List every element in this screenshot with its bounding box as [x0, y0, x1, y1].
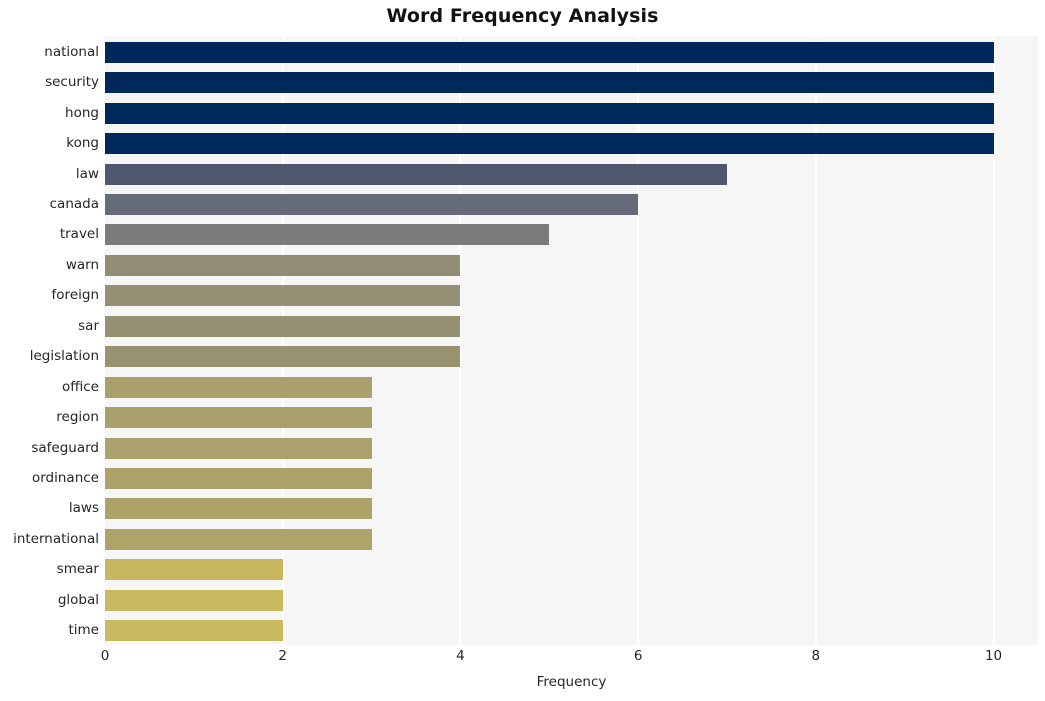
x-tick-label: 2 — [278, 648, 287, 664]
y-tick-label: law — [75, 165, 99, 182]
y-axis-tick-labels: national security hong kong law canada travel w… — [0, 36, 99, 645]
y-tick-label: safeguard — [31, 439, 99, 456]
gridline — [459, 36, 462, 645]
x-tick-label: 8 — [811, 648, 821, 664]
chart-title: Word Frequency Analysis — [386, 5, 659, 27]
y-tick-label: foreign — [51, 287, 99, 304]
x-tick-label: 10 — [984, 648, 1003, 664]
y-tick-label: time — [68, 622, 99, 639]
y-tick-label: warn — [65, 256, 99, 273]
y-tick-label: travel — [59, 226, 99, 243]
y-tick-label: smear — [56, 561, 99, 578]
bar[interactable] — [105, 407, 372, 429]
bar[interactable] — [105, 589, 283, 611]
bar[interactable] — [105, 437, 372, 459]
bar[interactable] — [105, 163, 727, 185]
y-tick-label: hong — [65, 104, 99, 121]
bar[interactable] — [105, 72, 994, 94]
y-tick-label: global — [57, 591, 99, 608]
y-tick-label: laws — [68, 500, 99, 517]
bar[interactable] — [105, 41, 994, 63]
x-tick-label: 6 — [633, 648, 643, 664]
y-tick-label: canada — [49, 195, 99, 212]
x-axis-label: Frequency — [536, 674, 607, 690]
y-tick-label: legislation — [29, 348, 99, 365]
chart-figure: Word Frequency Analysis national security… — [0, 0, 1045, 701]
gridline — [992, 36, 995, 645]
bar[interactable] — [105, 346, 461, 368]
y-tick-label: region — [56, 409, 99, 426]
y-tick-label: office — [61, 378, 99, 395]
bar[interactable] — [105, 376, 372, 398]
x-axis-tick-labels: 0 2 4 6 8 10 — [0, 648, 1045, 670]
gridline — [637, 36, 640, 645]
plot-area — [105, 36, 1038, 645]
y-tick-label: kong — [66, 135, 99, 152]
bar[interactable] — [105, 468, 372, 490]
bar[interactable] — [105, 528, 372, 550]
bar[interactable] — [105, 620, 283, 642]
x-tick-label: 0 — [100, 648, 110, 664]
bar[interactable] — [105, 133, 994, 155]
bar[interactable] — [105, 498, 372, 520]
y-tick-label: sar — [78, 317, 99, 334]
y-tick-label: security — [45, 74, 99, 91]
x-tick-label: 4 — [456, 648, 465, 664]
bar[interactable] — [105, 285, 461, 307]
bar[interactable] — [105, 559, 283, 581]
bar[interactable] — [105, 193, 639, 215]
bar[interactable] — [105, 315, 461, 337]
y-tick-label: international — [13, 530, 99, 547]
bar[interactable] — [105, 254, 461, 276]
y-tick-label: national — [44, 43, 99, 60]
bar[interactable] — [105, 102, 994, 124]
gridline — [281, 36, 284, 645]
gridline — [814, 36, 817, 645]
bar[interactable] — [105, 224, 550, 246]
y-tick-label: ordinance — [31, 470, 99, 487]
